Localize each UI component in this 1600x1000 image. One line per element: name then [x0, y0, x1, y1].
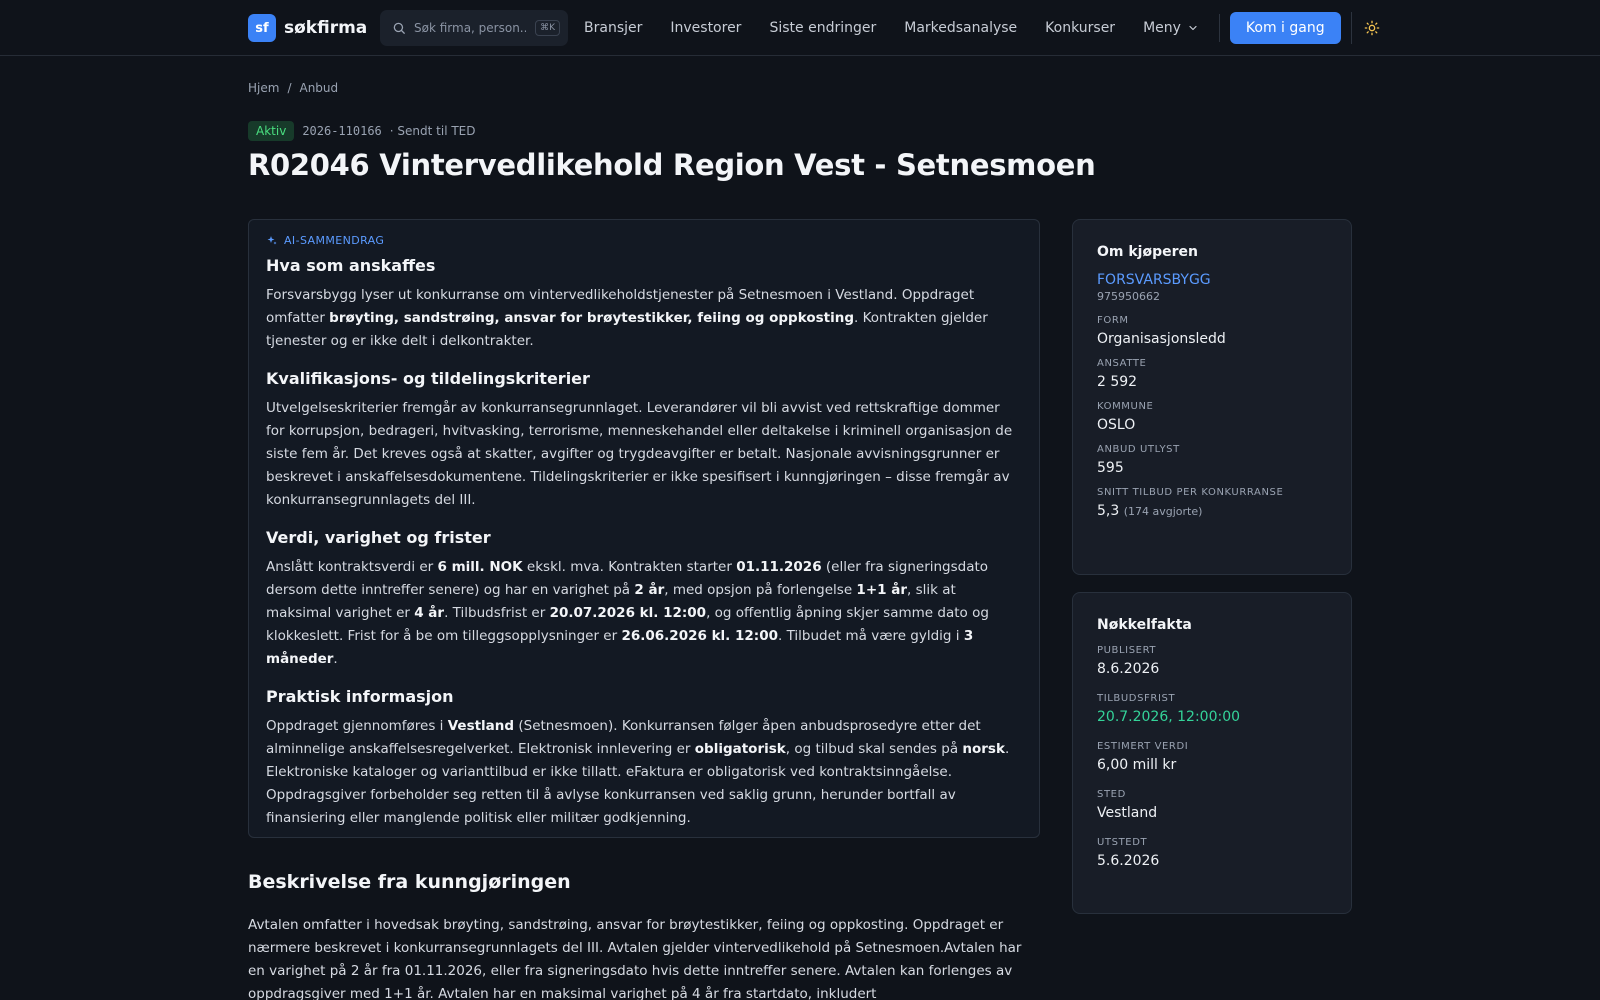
- theme-toggle-button[interactable]: [1350, 12, 1383, 44]
- nav-menu-dropdown[interactable]: Meny: [1143, 20, 1199, 36]
- fact-estimated-value: ESTIMERT VERDI 6,00 mill kr: [1097, 741, 1327, 773]
- emphasis-text: 01.11.2026: [736, 559, 822, 575]
- buyer-name-link[interactable]: FORSVARSBYGG: [1097, 272, 1327, 288]
- search-icon: [393, 22, 405, 34]
- buyer-field-municipality: KOMMUNE OSLO: [1097, 401, 1327, 433]
- summary-heading-kriterier: Kvalifikasjons- og tildelingskriterier: [266, 369, 590, 388]
- summary-paragraph-verdi: Anslått kontraktsverdi er 6 mill. NOK ek…: [266, 559, 989, 667]
- field-label: FORM: [1097, 315, 1129, 326]
- emphasis-text: brøyting, sandstrøing, ansvar for brøyte…: [329, 310, 855, 326]
- fact-published: PUBLISERT 8.6.2026: [1097, 645, 1327, 677]
- avg-bids-value: 5,3: [1097, 503, 1120, 519]
- field-value: 5.6.2026: [1097, 853, 1160, 869]
- emphasis-text: 1+1 år: [856, 582, 907, 598]
- key-facts-title: Nøkkelfakta: [1097, 617, 1192, 633]
- buyer-field-form: FORM Organisasjonsledd: [1097, 315, 1327, 347]
- summary-heading-praktisk: Praktisk informasjon: [266, 687, 454, 706]
- deadline-value: 20.7.2026, 12:00:00: [1097, 709, 1241, 725]
- emphasis-text: 6 mill. NOK: [437, 559, 523, 575]
- sun-icon: [1364, 20, 1380, 36]
- buyer-card: Om kjøperen FORSVARSBYGG 975950662 FORM …: [1072, 219, 1352, 575]
- search-box[interactable]: ⌘K: [380, 10, 568, 46]
- summary-heading-hva: Hva som anskaffes: [266, 256, 436, 275]
- field-label: SNITT TILBUD PER KONKURRANSE: [1097, 487, 1284, 498]
- sparkles-icon: [267, 235, 277, 244]
- main-nav: Bransjer Investorer Siste endringer Mark…: [584, 0, 1383, 56]
- nav-menu-label: Meny: [1143, 20, 1181, 36]
- field-value: Organisasjonsledd: [1097, 331, 1226, 347]
- buyer-field-tenders-issued: ANBUD UTLYST 595: [1097, 444, 1327, 476]
- field-label: PUBLISERT: [1097, 645, 1157, 656]
- ai-summary-tag: AI-SAMMENDRAG: [266, 234, 1022, 247]
- key-facts-card: Nøkkelfakta PUBLISERT 8.6.2026 TILBUDSFR…: [1072, 592, 1352, 914]
- ai-summary-label: AI-SAMMENDRAG: [284, 234, 385, 247]
- search-shortcut-hint: ⌘K: [535, 20, 560, 36]
- logo-mark: sf: [248, 14, 276, 42]
- field-value: OSLO: [1097, 417, 1136, 433]
- field-value: 8.6.2026: [1097, 661, 1160, 677]
- summary-paragraph-hva: Forsvarsbygg lyser ut konkurranse om vin…: [266, 287, 988, 349]
- buyer-field-employees: ANSATTE 2 592: [1097, 358, 1327, 390]
- buyer-card-title: Om kjøperen: [1097, 244, 1198, 260]
- emphasis-text: Vestland: [447, 718, 515, 734]
- notice-meta: Aktiv 2026-110166 · Sendt til TED: [248, 121, 476, 141]
- description-heading: Beskrivelse fra kunngjøringen: [248, 871, 571, 893]
- top-navigation-bar: sf søkfirma ⌘K Bransjer Investorer Siste…: [0, 0, 1600, 56]
- field-value: Vestland: [1097, 805, 1158, 821]
- field-value: 6,00 mill kr: [1097, 757, 1177, 773]
- status-badge: Aktiv: [248, 121, 295, 141]
- field-value: 2 592: [1097, 374, 1138, 390]
- page-title: R02046 Vintervedlikehold Region Vest - S…: [248, 148, 1096, 182]
- breadcrumb: Hjem / Anbud: [248, 81, 338, 95]
- emphasis-text: 20.07.2026 kl. 12:00: [549, 605, 707, 621]
- nav-item-markedsanalyse[interactable]: Markedsanalyse: [904, 20, 1017, 36]
- notice-id: 2026-110166: [302, 124, 382, 138]
- field-value: 5,3 (174 avgjorte): [1097, 503, 1327, 519]
- search-input[interactable]: [414, 21, 526, 35]
- fact-issued: UTSTEDT 5.6.2026: [1097, 837, 1327, 869]
- breadcrumb-current[interactable]: Anbud: [299, 81, 338, 95]
- field-label: ANBUD UTLYST: [1097, 444, 1180, 455]
- fact-deadline: TILBUDSFRIST 20.7.2026, 12:00:00: [1097, 693, 1327, 725]
- nav-item-investorer[interactable]: Investorer: [670, 20, 741, 36]
- breadcrumb-separator: /: [287, 81, 292, 95]
- breadcrumb-home[interactable]: Hjem: [248, 81, 279, 95]
- buyer-field-avg-bids: SNITT TILBUD PER KONKURRANSE 5,3 (174 av…: [1097, 487, 1327, 519]
- description-text: Avtalen omfatter i hovedsak brøyting, sa…: [248, 917, 1022, 1000]
- emphasis-text: 4 år: [414, 605, 445, 621]
- field-label: TILBUDSFRIST: [1097, 693, 1176, 704]
- summary-paragraph-kriterier: Utvelgelseskriterier fremgår av konkurra…: [266, 400, 1013, 508]
- field-label: UTSTEDT: [1097, 837, 1148, 848]
- emphasis-text: norsk: [962, 741, 1005, 757]
- summary-paragraph-praktisk: Oppdraget gjennomføres i Vestland (Setne…: [266, 718, 1010, 826]
- field-value: 595: [1097, 460, 1124, 476]
- field-label: ANSATTE: [1097, 358, 1147, 369]
- emphasis-text: 3 måneder: [266, 628, 974, 667]
- nav-divider: [1218, 14, 1220, 42]
- emphasis-text: 2 år: [634, 582, 665, 598]
- ted-status: · Sendt til TED: [389, 124, 476, 138]
- emphasis-text: obligatorisk: [694, 741, 786, 757]
- ai-summary-card: AI-SAMMENDRAG Hva som anskaffes Forsvars…: [248, 219, 1040, 838]
- nav-item-bransjer[interactable]: Bransjer: [584, 20, 642, 36]
- field-label: STED: [1097, 789, 1126, 800]
- summary-heading-verdi: Verdi, varighet og frister: [266, 528, 491, 547]
- emphasis-text: 26.06.2026 kl. 12:00: [621, 628, 778, 644]
- fact-location: STED Vestland: [1097, 789, 1327, 821]
- field-label: KOMMUNE: [1097, 401, 1154, 412]
- chevron-down-icon: [1189, 25, 1197, 31]
- brand-logo[interactable]: sf søkfirma: [248, 14, 367, 42]
- buyer-org-number: 975950662: [1097, 290, 1160, 303]
- nav-item-siste-endringer[interactable]: Siste endringer: [769, 20, 876, 36]
- nav-item-konkurser[interactable]: Konkurser: [1045, 20, 1115, 36]
- avg-bids-note: (174 avgjorte): [1123, 505, 1203, 518]
- get-started-button[interactable]: Kom i gang: [1229, 12, 1341, 44]
- field-label: ESTIMERT VERDI: [1097, 741, 1189, 752]
- brand-name: søkfirma: [284, 18, 368, 38]
